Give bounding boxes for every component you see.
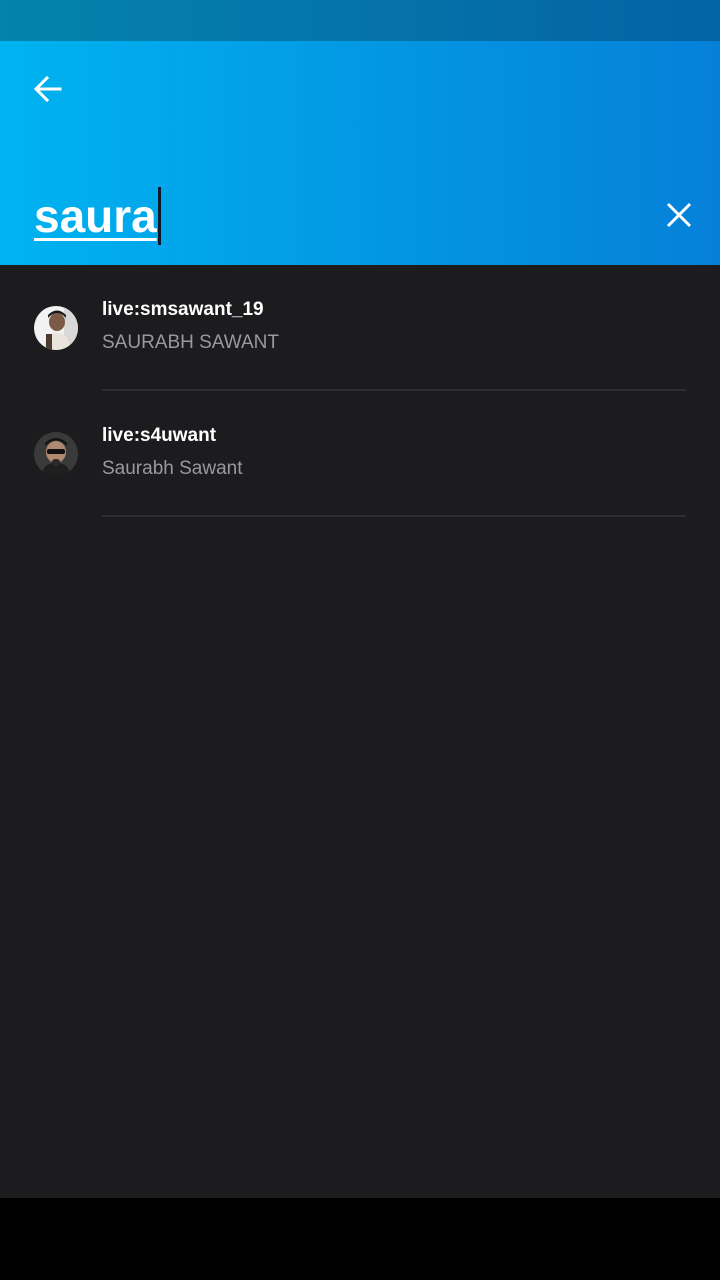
result-item-smsawant[interactable]: live:smsawant_19 SAURABH SAWANT: [0, 265, 720, 391]
close-icon: [666, 202, 692, 228]
search-field[interactable]: saura: [34, 185, 161, 247]
result-display-name: Saurabh Sawant: [102, 458, 243, 479]
navigation-bar: [0, 1198, 720, 1280]
screen: saura live:smsawant_19 SAURABH SAWANT li…: [0, 0, 720, 1280]
result-texts: live:smsawant_19 SAURABH SAWANT: [102, 299, 279, 354]
result-username: live:smsawant_19: [102, 299, 264, 320]
avatar: [34, 306, 78, 350]
profile-photo-icon: [34, 306, 78, 350]
search-input[interactable]: saura: [34, 189, 157, 243]
result-item-s4uwant[interactable]: live:s4uwant Saurabh Sawant: [0, 391, 720, 517]
profile-photo-icon: [34, 432, 78, 476]
search-header: saura: [0, 41, 720, 265]
back-button[interactable]: [22, 65, 74, 113]
result-username: live:s4uwant: [102, 425, 217, 446]
status-bar: [0, 0, 720, 41]
clear-search-button[interactable]: [652, 191, 706, 239]
result-display-name: SAURABH SAWANT: [102, 332, 280, 353]
arrow-left-icon: [33, 75, 62, 103]
divider: [102, 515, 686, 517]
result-texts: live:s4uwant Saurabh Sawant: [102, 425, 243, 480]
avatar: [34, 432, 78, 476]
text-cursor: [157, 187, 161, 245]
results-list: live:smsawant_19 SAURABH SAWANT live:s4u…: [0, 265, 720, 1198]
